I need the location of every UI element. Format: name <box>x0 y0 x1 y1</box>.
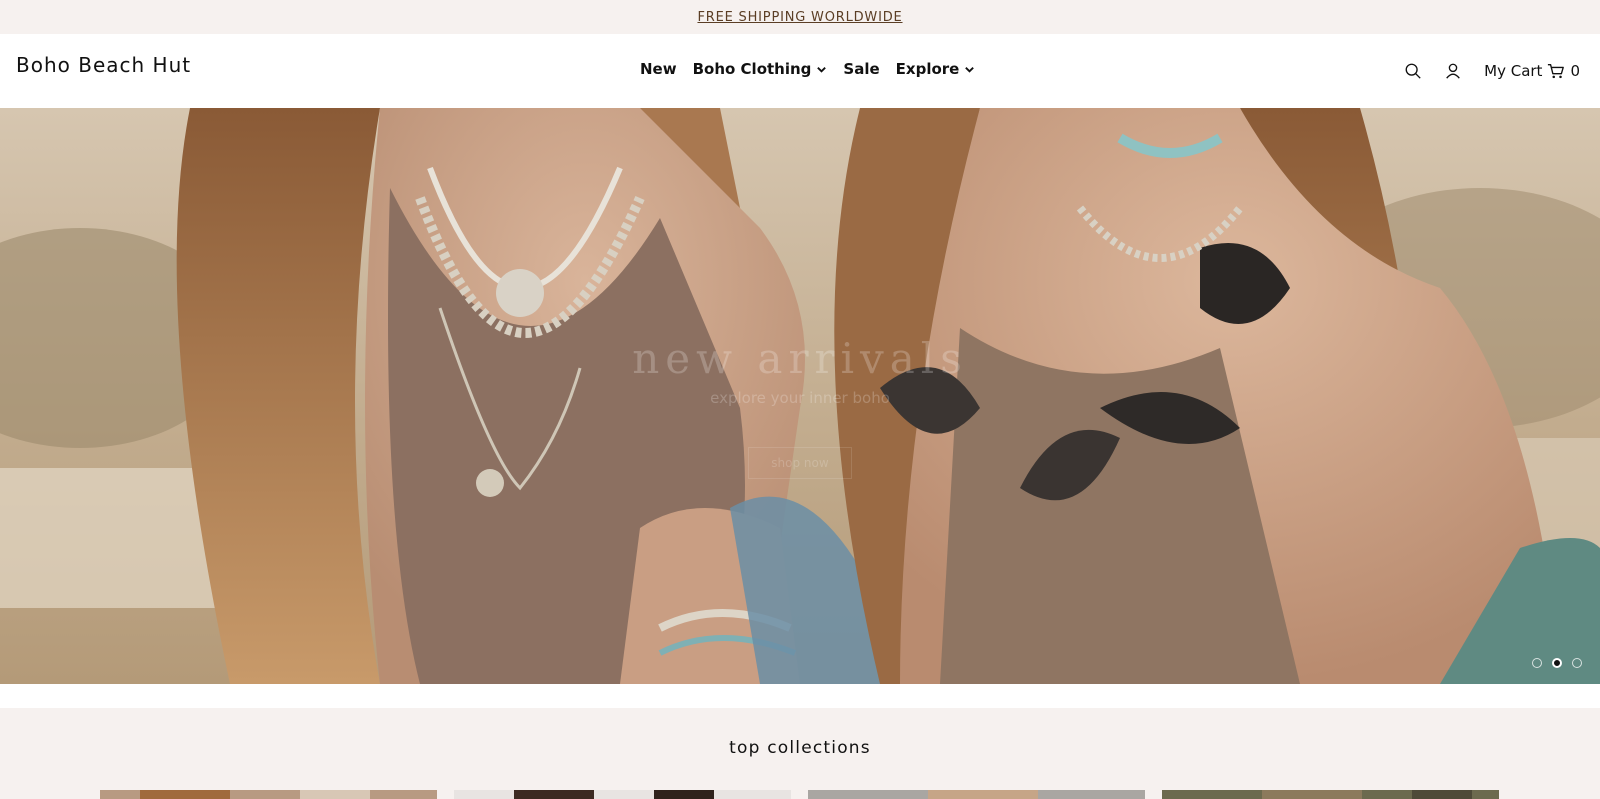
main-nav: New Boho Clothing Sale Explore <box>640 60 975 78</box>
slide-dot-3[interactable] <box>1572 658 1582 668</box>
site-header: Boho Beach Hut New Boho Clothing Sale Ex… <box>0 34 1600 108</box>
nav-item-label: Explore <box>895 60 960 78</box>
announcement-bar: FREE SHIPPING WORLDWIDE <box>0 0 1600 34</box>
collection-tile-4[interactable] <box>1162 788 1499 799</box>
free-shipping-link[interactable]: FREE SHIPPING WORLDWIDE <box>697 10 902 25</box>
slideshow-dots <box>1532 658 1582 668</box>
section-spacer <box>0 684 1600 708</box>
cart-count: 0 <box>1570 62 1580 80</box>
hero-heading: new arrivals <box>632 333 968 383</box>
collection-tile-3[interactable] <box>808 788 1145 799</box>
cart-label: My Cart <box>1484 62 1543 80</box>
cart-icon <box>1548 64 1565 79</box>
account-icon[interactable] <box>1444 62 1462 80</box>
nav-item-label: New <box>640 60 677 78</box>
chevron-down-icon <box>965 66 975 73</box>
nav-item-explore[interactable]: Explore <box>896 60 976 78</box>
nav-item-boho-clothing[interactable]: Boho Clothing <box>693 60 828 78</box>
slide-dot-1[interactable] <box>1532 658 1542 668</box>
search-icon[interactable] <box>1404 62 1422 80</box>
slide-dot-2[interactable] <box>1552 658 1562 668</box>
hero-shop-button[interactable]: shop now <box>748 446 852 479</box>
collection-tile-1[interactable] <box>100 788 437 799</box>
nav-item-new[interactable]: New <box>640 60 677 78</box>
nav-item-label: Sale <box>843 60 880 78</box>
cart-button[interactable]: My Cart 0 <box>1484 62 1580 80</box>
chevron-down-icon <box>817 66 827 73</box>
hero-content: new arrivals explore your inner boho sho… <box>0 108 1600 684</box>
nav-item-label: Boho Clothing <box>692 60 812 78</box>
hero-slideshow[interactable]: new arrivals explore your inner boho sho… <box>0 108 1600 684</box>
collection-tile-2[interactable] <box>454 788 791 799</box>
section-title: top collections <box>729 738 871 758</box>
hero-subheading: explore your inner boho <box>710 388 890 407</box>
site-logo[interactable]: Boho Beach Hut <box>16 53 191 77</box>
top-collections-section: top collections <box>0 708 1600 799</box>
nav-item-sale[interactable]: Sale <box>843 60 879 78</box>
header-actions: My Cart 0 <box>1404 62 1580 80</box>
